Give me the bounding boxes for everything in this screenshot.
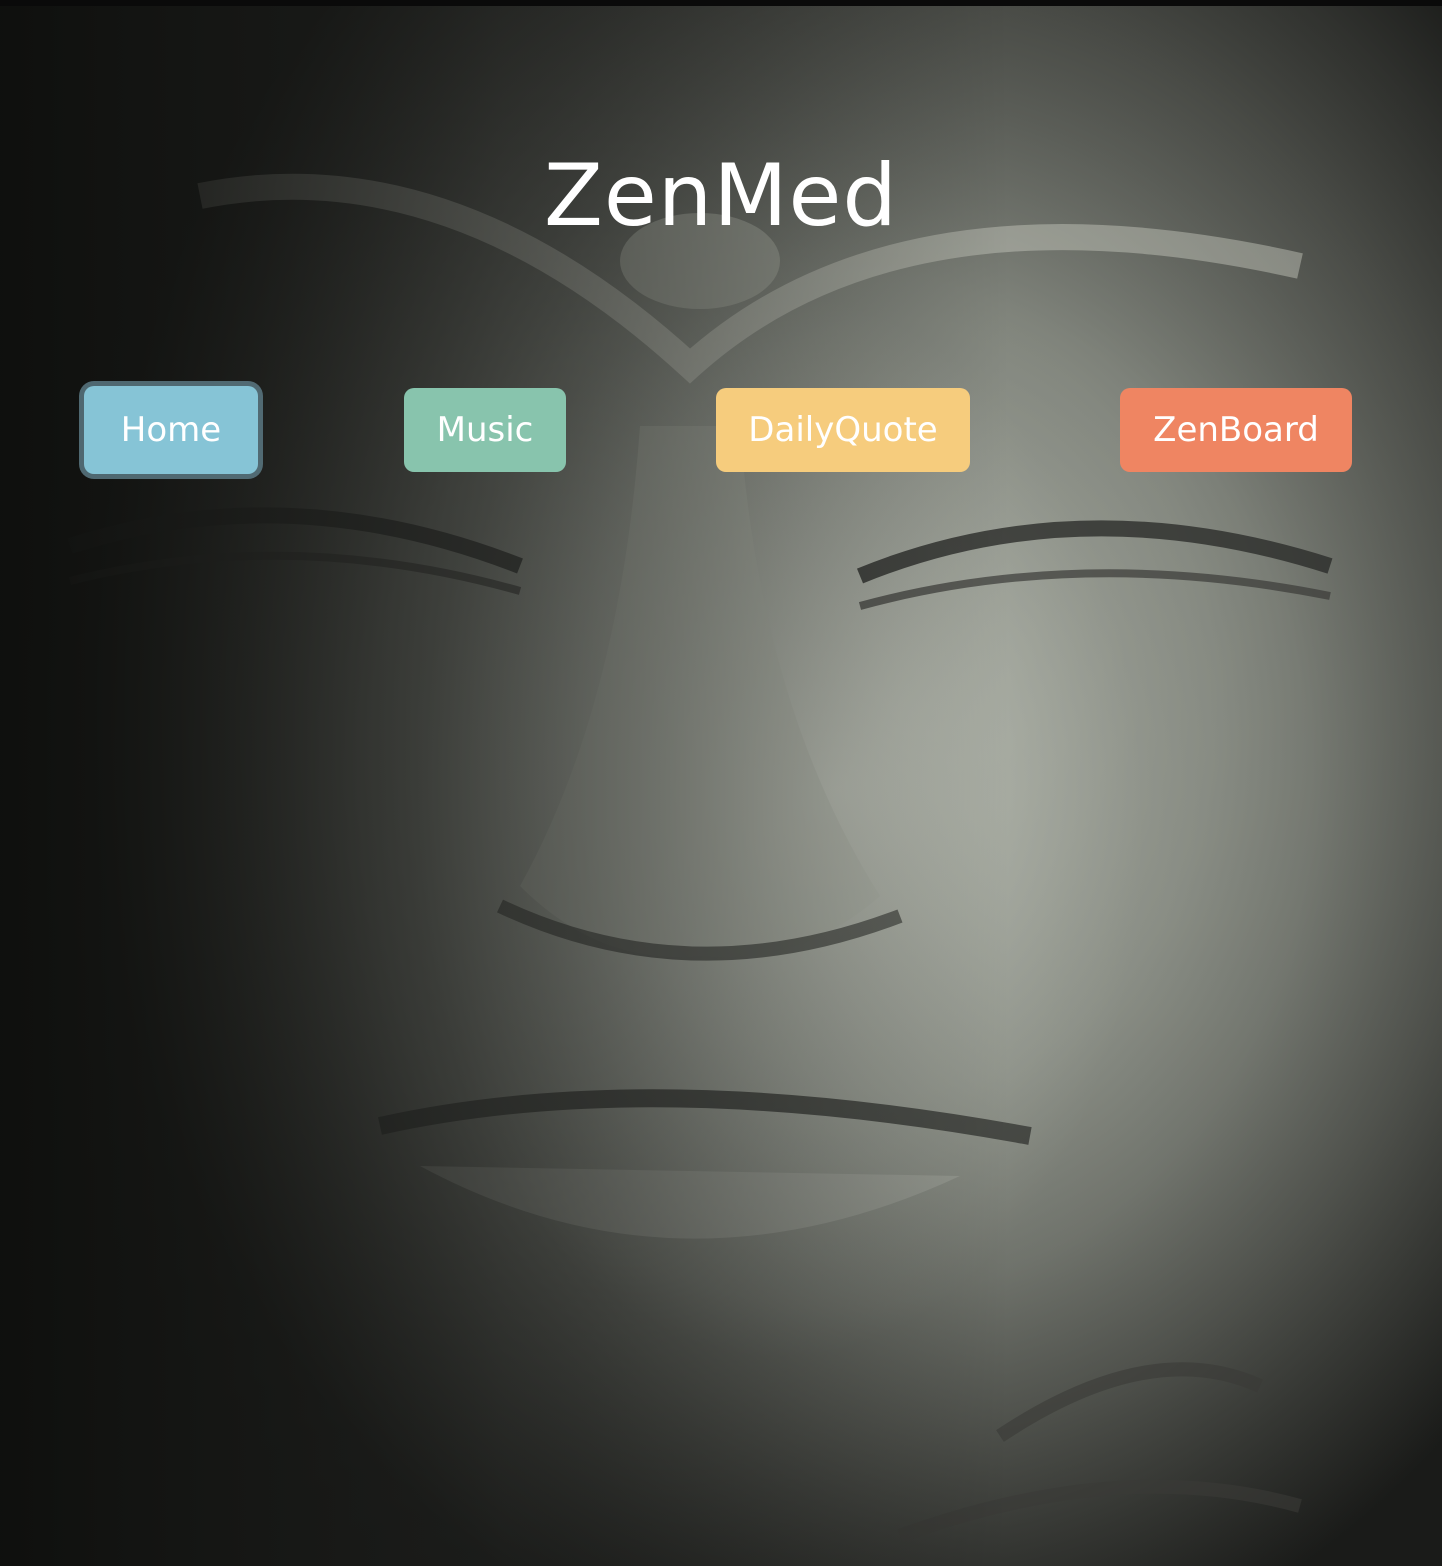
nav-music-button[interactable]: Music xyxy=(404,388,566,472)
hero-background-image: ZenMed Home Music DailyQuote ZenBoard xyxy=(0,0,1442,1566)
nav-zenboard-button[interactable]: ZenBoard xyxy=(1120,388,1352,472)
nav-home-button[interactable]: Home xyxy=(84,386,258,474)
app-title: ZenMed xyxy=(543,146,899,246)
nav-dailyquote-button[interactable]: DailyQuote xyxy=(716,388,970,472)
